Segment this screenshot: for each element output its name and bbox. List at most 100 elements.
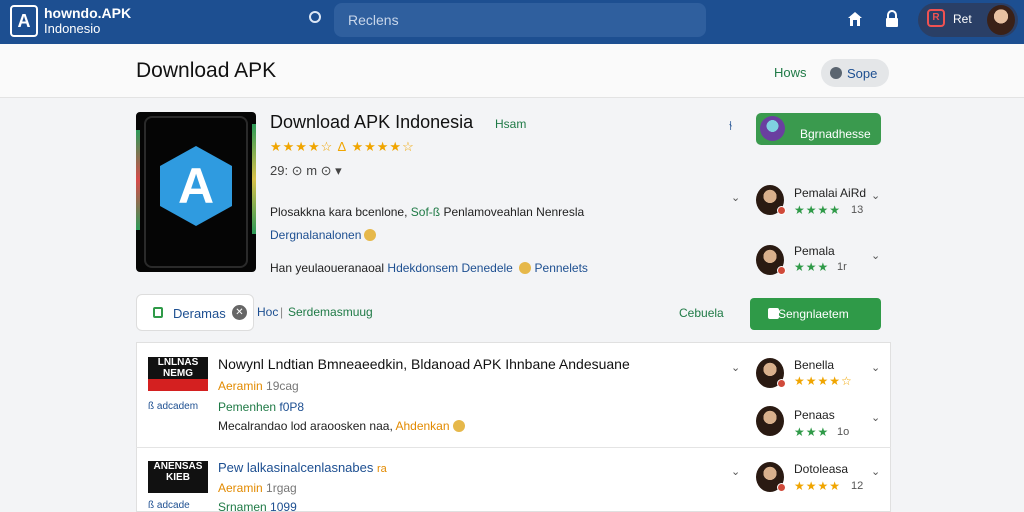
phone-edge-right (252, 124, 256, 234)
article-thumbnail[interactable]: ANENSAS KIEB (148, 461, 208, 493)
article-title[interactable]: Nowynl Lndtian Bmneaeedkin, Bldanoad APK… (218, 356, 630, 372)
reviewer-stars: ★★★ (794, 425, 830, 439)
chevron-down-icon[interactable]: ⌄ (731, 465, 740, 478)
chevron-down-icon[interactable]: ⌄ (871, 361, 880, 374)
subline-value: f0P8 (279, 400, 305, 414)
reviewer-badge-icon (777, 206, 786, 215)
app-title: Download APK Indonesia (270, 112, 474, 132)
nav-pill-sope[interactable]: Sope (821, 59, 889, 87)
reviewer-avatar[interactable] (756, 185, 786, 215)
reviewer-stars: ★★★★☆ (794, 374, 853, 388)
subline-label: Pemenhen (218, 400, 277, 414)
desc1-highlight: Sof-ß (410, 205, 444, 219)
chevron-down-icon[interactable]: ⌄ (871, 411, 880, 424)
reviewer-count: 1o (837, 426, 850, 438)
reviewer-avatar[interactable] (756, 462, 786, 492)
article-title-text: Pew lalkasinalcenlasnabes (218, 460, 374, 475)
article-subline: Srnamen 1099 (218, 500, 297, 512)
primary-action-label: Sengnlaetem (778, 307, 849, 321)
article-author: Aeramin 19cag (218, 379, 299, 393)
article-title-suffix: ra (377, 463, 387, 475)
download-icon (768, 308, 779, 319)
user-name[interactable]: Ret (953, 12, 972, 26)
filter-pill[interactable]: Deramas ✕ (136, 294, 254, 331)
chevron-down-icon[interactable]: ⌄ (731, 191, 740, 204)
tab-hoc[interactable]: Hoc (257, 305, 278, 319)
article-subline: Pemenhen f0P8 (218, 400, 304, 414)
pin-icon[interactable]: ⫮ (729, 118, 732, 134)
thumbnail-caption: ß adcade (148, 500, 190, 511)
thumbnail-caption: ß adcadem (148, 401, 199, 412)
chevron-down-icon[interactable]: ⌄ (871, 465, 880, 478)
description-highlight[interactable]: Ahdenkan (395, 419, 449, 433)
nav-pill-label: Sope (847, 66, 878, 81)
desc2-text: Dergnalanalonen (270, 228, 362, 242)
article-date: 1rgag (266, 481, 297, 495)
reviewer-avatar[interactable] (756, 245, 786, 275)
brand-name[interactable]: howndo.APK Indonesio (44, 6, 131, 37)
nav-link-home[interactable]: Hows (774, 65, 807, 80)
bookmark-icon (153, 307, 163, 318)
logo-letter: A (17, 10, 31, 31)
desc1-end: Penlamoveahlan Nenresla (443, 205, 585, 219)
desc1-text: Plosakkna kara bcenlone, (270, 205, 411, 219)
tab-serdemasmuug[interactable]: Serdemasmuug (288, 305, 373, 319)
reviewer-badge-icon (777, 266, 786, 275)
desc3-link-2[interactable]: Pennelets (535, 261, 588, 275)
subline-value: 1099 (270, 500, 297, 512)
search-icon[interactable] (309, 11, 321, 23)
reviewer-name: Penaas (794, 408, 835, 422)
app-description-2[interactable]: Dergnalanalonen (270, 228, 377, 242)
filter-pill-label: Deramas (173, 306, 226, 321)
search-input[interactable] (334, 3, 706, 37)
reviewer-count: 12 (851, 480, 864, 492)
lock-icon[interactable] (883, 10, 901, 28)
reviewer-count: 1r (837, 261, 847, 273)
article-title[interactable]: Pew lalkasinalcenlasnabes ra (218, 460, 387, 475)
download-top-button[interactable]: Bgrnadhesse (756, 113, 881, 145)
reviewer-stars: ★★★ (794, 260, 830, 274)
chevron-down-icon[interactable]: ⌄ (871, 249, 880, 262)
reviewer-stars: ★★★★ (794, 203, 842, 217)
app-tag[interactable]: Hsam (495, 117, 526, 131)
app-screenshot[interactable]: A (136, 112, 256, 272)
reviewer-stars: ★★★★ (794, 479, 842, 493)
reviewer-name: Benella (794, 358, 835, 372)
emoji-icon (519, 262, 532, 274)
list-divider (136, 447, 891, 448)
article-thumbnail[interactable]: LNLNAS NEMG (148, 357, 208, 379)
page-title: Download APK (136, 59, 277, 82)
description-text: Mecalrandao lod araoosken naa, (218, 419, 396, 433)
notification-badge-icon[interactable]: R (927, 9, 945, 27)
chevron-down-icon[interactable]: ⌄ (731, 361, 740, 374)
app-description-3: Han yeulaoueranaoal Hdekdonsem Denedele … (270, 261, 588, 275)
chevron-down-icon[interactable]: ⌄ (871, 189, 880, 202)
brand-line-2: Indonesio (44, 21, 101, 36)
subline-label: Srnamen (218, 500, 267, 512)
app-logo[interactable]: A (10, 5, 38, 37)
desc3-link[interactable]: Hdekdonsem Denedele (387, 261, 512, 275)
reviewer-avatar[interactable] (756, 358, 786, 388)
app-description-1: Plosakkna kara bcenlone, Sof-ß Penlamove… (270, 205, 584, 219)
author-name: Aeramin (218, 379, 263, 393)
emoji-icon (452, 420, 465, 432)
app-rating-stars: ★★★★☆ ∆ ★★★★☆ (270, 139, 415, 154)
app-meta: 29: ⊙ m ⊙ ▾ (270, 163, 342, 178)
reviewer-count: 13 (851, 204, 864, 216)
close-icon[interactable]: ✕ (232, 305, 247, 320)
reviewer-avatar[interactable] (756, 406, 784, 436)
thumbnail-red-strip (148, 379, 208, 391)
article-description: Mecalrandao lod araoosken naa, Ahdenkan (218, 419, 465, 433)
primary-action-button[interactable]: Sengnlaetem (750, 298, 881, 330)
reviewer-badge-icon (777, 379, 786, 388)
user-avatar[interactable] (987, 5, 1015, 35)
emoji-icon (364, 229, 377, 241)
reviewer-badge-icon (777, 483, 786, 492)
home-icon[interactable] (846, 10, 864, 28)
reviewer-name: Dotoleasa (794, 462, 849, 476)
phone-edge-left (136, 130, 140, 230)
link-cebuela[interactable]: Cebuela (679, 306, 724, 320)
article-date: 19cag (266, 379, 299, 393)
reviewer-name: Pemalai AiRd (794, 186, 867, 200)
desc3-text: Han yeulaoueranaoal (270, 261, 388, 275)
